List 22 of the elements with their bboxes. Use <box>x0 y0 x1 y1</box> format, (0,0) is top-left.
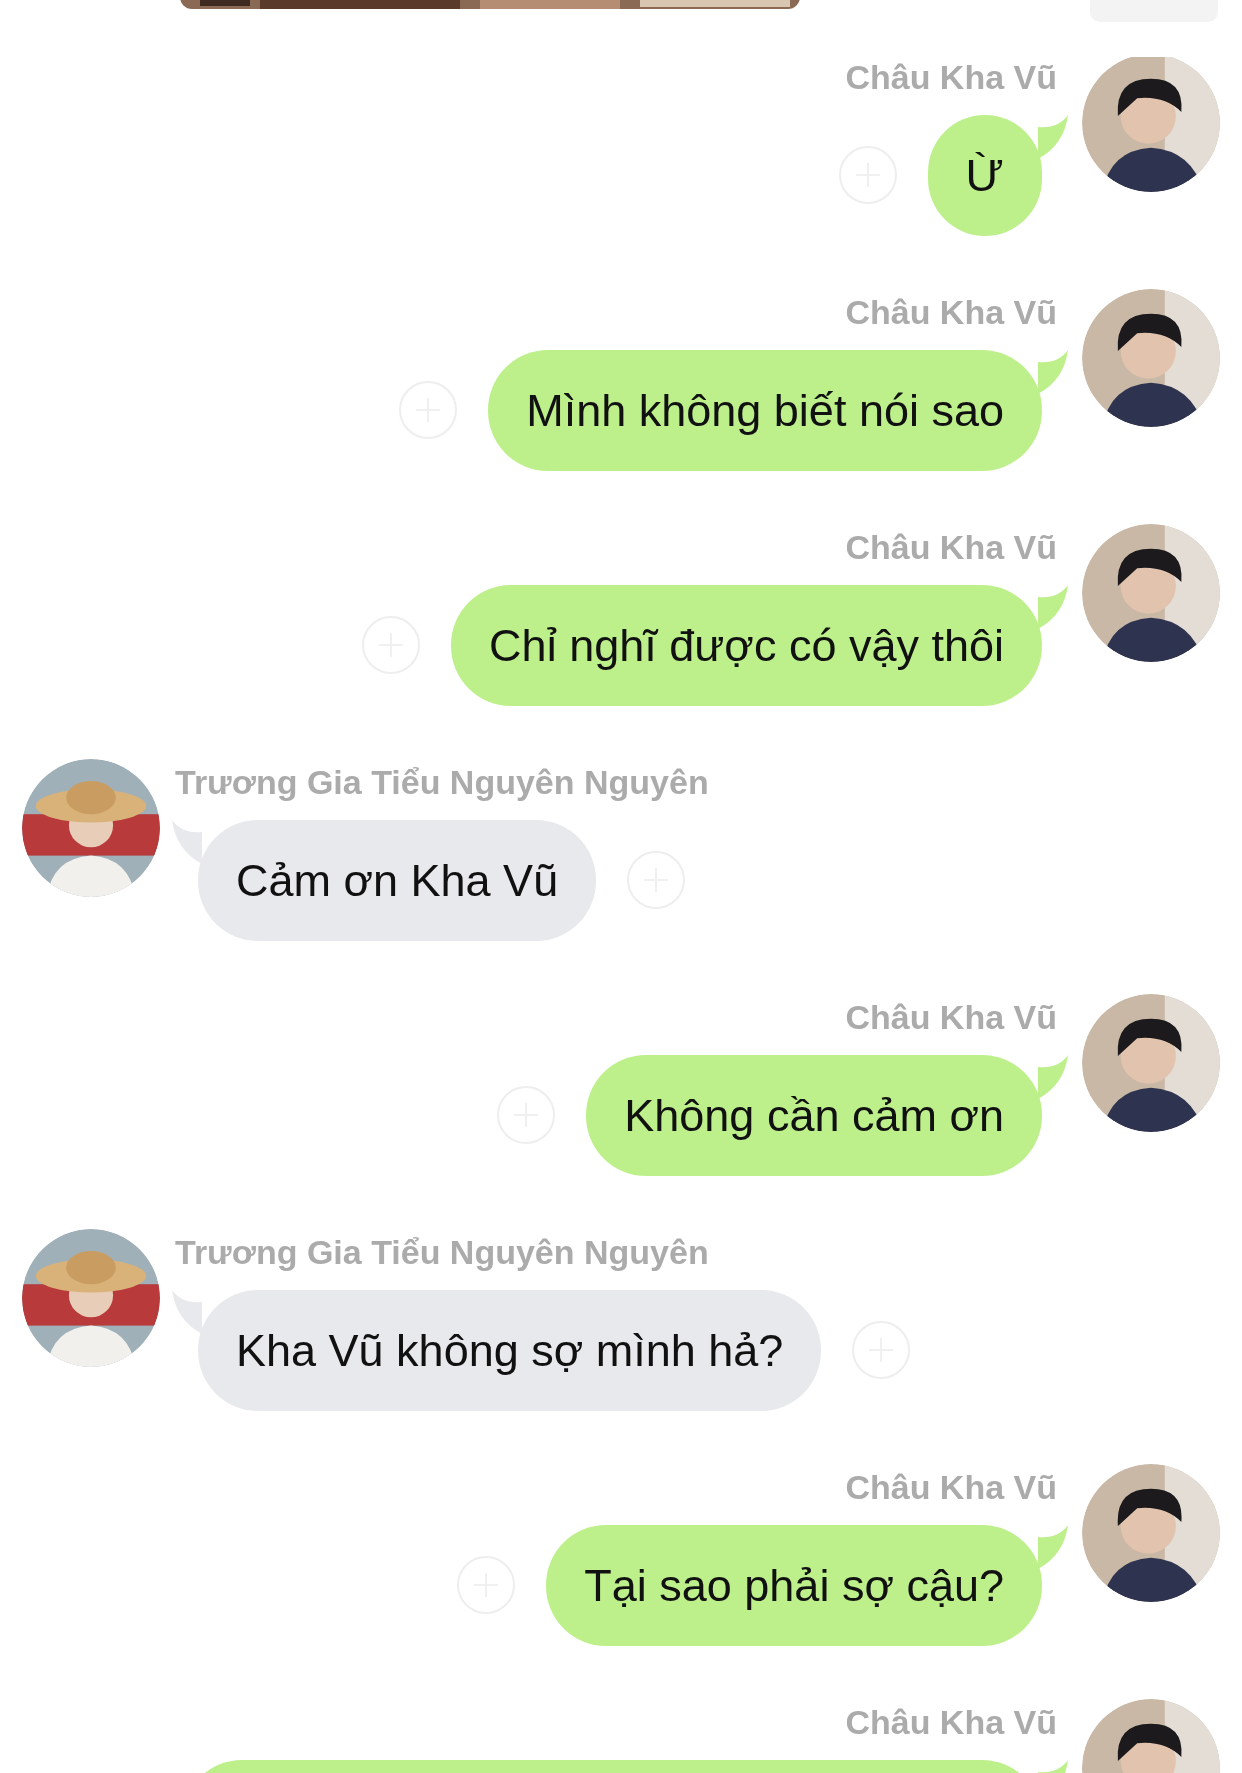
bubble-tail <box>172 820 202 864</box>
message-bubble: Mình không biết nói sao <box>488 350 1042 471</box>
sender-name: Châu Kha Vũ <box>845 57 1057 97</box>
sender-name: Châu Kha Vũ <box>845 527 1057 567</box>
message-bubble: Cảm ơn Kha Vũ <box>198 820 597 941</box>
message-bubble: Không cần cảm ơn <box>586 1055 1042 1176</box>
sender-name: Châu Kha Vũ <box>845 1467 1057 1507</box>
sender-name: Trương Gia Tiểu Nguyên Nguyên <box>175 1232 709 1272</box>
bubble-tail <box>1038 1525 1068 1569</box>
message-bubble: Tại sao phải sợ cậu? <box>546 1525 1042 1646</box>
bubble-tail <box>172 1290 202 1334</box>
bubble-tail <box>1038 350 1068 394</box>
sender-name: Châu Kha Vũ <box>845 292 1057 332</box>
sender-name: Châu Kha Vũ <box>845 1702 1057 1742</box>
bubble-tail <box>1038 585 1068 629</box>
sender-name: Châu Kha Vũ <box>845 997 1057 1037</box>
bubble-tail <box>1038 1055 1068 1099</box>
message-bubble: Chỉ nghĩ được có vậy thôi <box>451 585 1042 706</box>
message-bubble: Kha Vũ không sợ mình hả? <box>198 1290 822 1411</box>
sender-name: Trương Gia Tiểu Nguyên Nguyên <box>175 762 709 802</box>
bubble-tail <box>1038 115 1068 159</box>
message-bubble: Ừ <box>927 115 1042 236</box>
